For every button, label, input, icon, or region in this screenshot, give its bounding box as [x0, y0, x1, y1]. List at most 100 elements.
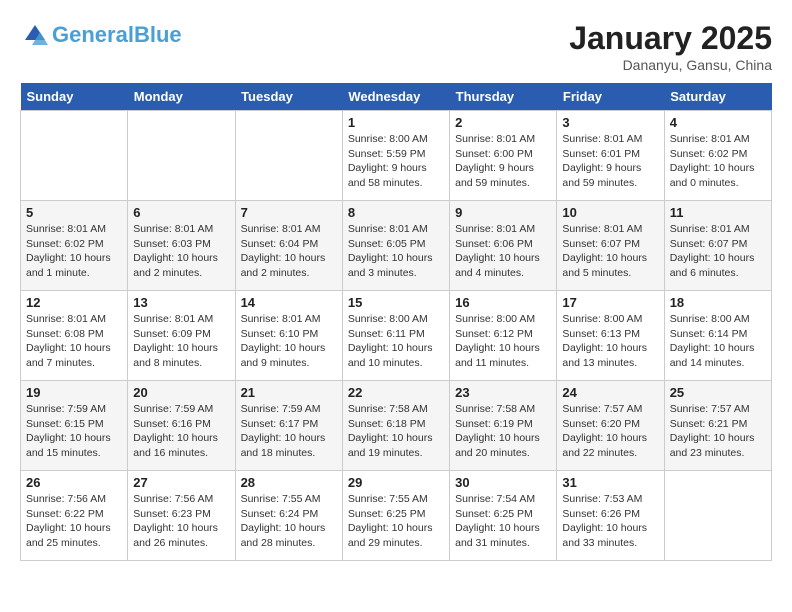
day-number: 10: [562, 205, 658, 220]
day-info: Sunrise: 8:01 AM Sunset: 6:07 PM Dayligh…: [670, 222, 766, 281]
day-number: 7: [241, 205, 337, 220]
day-info: Sunrise: 7:59 AM Sunset: 6:16 PM Dayligh…: [133, 402, 229, 461]
day-info: Sunrise: 8:01 AM Sunset: 6:05 PM Dayligh…: [348, 222, 444, 281]
day-info: Sunrise: 7:58 AM Sunset: 6:18 PM Dayligh…: [348, 402, 444, 461]
day-info: Sunrise: 7:59 AM Sunset: 6:17 PM Dayligh…: [241, 402, 337, 461]
logo-icon: [20, 20, 50, 50]
day-info: Sunrise: 7:56 AM Sunset: 6:22 PM Dayligh…: [26, 492, 122, 551]
day-cell: 31 Sunrise: 7:53 AM Sunset: 6:26 PM Dayli…: [557, 471, 664, 561]
day-number: 29: [348, 475, 444, 490]
day-number: 5: [26, 205, 122, 220]
day-number: 15: [348, 295, 444, 310]
day-cell: 25Sunrise: 7:57 AM Sunset: 6:21 PM Dayli…: [664, 381, 771, 471]
day-number: 26: [26, 475, 122, 490]
location: Dananyu, Gansu, China: [569, 57, 772, 73]
month-title: January 2025: [569, 20, 772, 57]
day-cell: 7Sunrise: 8:01 AM Sunset: 6:04 PM Daylig…: [235, 201, 342, 291]
weekday-header-saturday: Saturday: [664, 83, 771, 111]
day-number: 13: [133, 295, 229, 310]
day-number: 22: [348, 385, 444, 400]
day-cell: 8 Sunrise: 8:01 AM Sunset: 6:05 PM Daylig…: [342, 201, 449, 291]
day-cell: 21 Sunrise: 7:59 AM Sunset: 6:17 PM Dayli…: [235, 381, 342, 471]
day-cell: 11 Sunrise: 8:01 AM Sunset: 6:07 PM Dayli…: [664, 201, 771, 291]
day-info: Sunrise: 8:00 AM Sunset: 5:59 PM Dayligh…: [348, 132, 444, 191]
day-info: Sunrise: 7:55 AM Sunset: 6:25 PM Dayligh…: [348, 492, 444, 551]
day-cell: 23 Sunrise: 7:58 AM Sunset: 6:19 PM Dayli…: [450, 381, 557, 471]
day-number: 30: [455, 475, 551, 490]
week-row-3: 12 Sunrise: 8:01 AM Sunset: 6:08 PM Dayli…: [21, 291, 772, 381]
day-number: 1: [348, 115, 444, 130]
day-cell: 19Sunrise: 7:59 AM Sunset: 6:15 PM Dayli…: [21, 381, 128, 471]
week-row-2: 5 Sunrise: 8:01 AM Sunset: 6:02 PM Daylig…: [21, 201, 772, 291]
day-cell: 4Sunrise: 8:01 AM Sunset: 6:02 PM Daylig…: [664, 111, 771, 201]
day-cell: 30 Sunrise: 7:54 AM Sunset: 6:25 PM Dayli…: [450, 471, 557, 561]
day-cell: 16 Sunrise: 8:00 AM Sunset: 6:12 PM Dayli…: [450, 291, 557, 381]
day-info: Sunrise: 7:57 AM Sunset: 6:20 PM Dayligh…: [562, 402, 658, 461]
weekday-header-row: SundayMondayTuesdayWednesdayThursdayFrid…: [21, 83, 772, 111]
logo-text: GeneralBlue: [52, 22, 182, 47]
day-number: 16: [455, 295, 551, 310]
day-cell: 20Sunrise: 7:59 AM Sunset: 6:16 PM Dayli…: [128, 381, 235, 471]
day-info: Sunrise: 7:57 AM Sunset: 6:21 PM Dayligh…: [670, 402, 766, 461]
weekday-header-friday: Friday: [557, 83, 664, 111]
day-info: Sunrise: 8:01 AM Sunset: 6:02 PM Dayligh…: [26, 222, 122, 281]
day-number: 8: [348, 205, 444, 220]
title-block: January 2025 Dananyu, Gansu, China: [569, 20, 772, 73]
day-cell: [664, 471, 771, 561]
logo-blue: Blue: [134, 22, 182, 47]
day-cell: 1 Sunrise: 8:00 AM Sunset: 5:59 PM Daylig…: [342, 111, 449, 201]
page-header: GeneralBlue January 2025 Dananyu, Gansu,…: [20, 20, 772, 73]
day-info: Sunrise: 8:01 AM Sunset: 6:08 PM Dayligh…: [26, 312, 122, 371]
day-info: Sunrise: 7:53 AM Sunset: 6:26 PM Dayligh…: [562, 492, 658, 551]
day-number: 9: [455, 205, 551, 220]
day-info: Sunrise: 8:01 AM Sunset: 6:06 PM Dayligh…: [455, 222, 551, 281]
day-cell: [235, 111, 342, 201]
day-info: Sunrise: 7:56 AM Sunset: 6:23 PM Dayligh…: [133, 492, 229, 551]
day-cell: 18Sunrise: 8:00 AM Sunset: 6:14 PM Dayli…: [664, 291, 771, 381]
day-number: 28: [241, 475, 337, 490]
day-number: 4: [670, 115, 766, 130]
day-number: 17: [562, 295, 658, 310]
day-cell: 6Sunrise: 8:01 AM Sunset: 6:03 PM Daylig…: [128, 201, 235, 291]
day-cell: 12 Sunrise: 8:01 AM Sunset: 6:08 PM Dayli…: [21, 291, 128, 381]
day-info: Sunrise: 7:59 AM Sunset: 6:15 PM Dayligh…: [26, 402, 122, 461]
day-cell: 24Sunrise: 7:57 AM Sunset: 6:20 PM Dayli…: [557, 381, 664, 471]
day-cell: 15Sunrise: 8:00 AM Sunset: 6:11 PM Dayli…: [342, 291, 449, 381]
day-info: Sunrise: 8:00 AM Sunset: 6:13 PM Dayligh…: [562, 312, 658, 371]
day-cell: 14 Sunrise: 8:01 AM Sunset: 6:10 PM Dayli…: [235, 291, 342, 381]
day-number: 12: [26, 295, 122, 310]
day-info: Sunrise: 8:01 AM Sunset: 6:00 PM Dayligh…: [455, 132, 551, 191]
logo: GeneralBlue: [20, 20, 182, 50]
day-number: 11: [670, 205, 766, 220]
day-cell: 28 Sunrise: 7:55 AM Sunset: 6:24 PM Dayli…: [235, 471, 342, 561]
day-cell: 26 Sunrise: 7:56 AM Sunset: 6:22 PM Dayli…: [21, 471, 128, 561]
day-cell: [21, 111, 128, 201]
day-cell: 3 Sunrise: 8:01 AM Sunset: 6:01 PM Daylig…: [557, 111, 664, 201]
day-cell: 9 Sunrise: 8:01 AM Sunset: 6:06 PM Daylig…: [450, 201, 557, 291]
day-number: 3: [562, 115, 658, 130]
day-cell: 10Sunrise: 8:01 AM Sunset: 6:07 PM Dayli…: [557, 201, 664, 291]
day-info: Sunrise: 8:01 AM Sunset: 6:09 PM Dayligh…: [133, 312, 229, 371]
week-row-4: 19Sunrise: 7:59 AM Sunset: 6:15 PM Dayli…: [21, 381, 772, 471]
day-number: 14: [241, 295, 337, 310]
day-info: Sunrise: 8:01 AM Sunset: 6:10 PM Dayligh…: [241, 312, 337, 371]
day-info: Sunrise: 7:54 AM Sunset: 6:25 PM Dayligh…: [455, 492, 551, 551]
day-number: 18: [670, 295, 766, 310]
day-cell: 27Sunrise: 7:56 AM Sunset: 6:23 PM Dayli…: [128, 471, 235, 561]
weekday-header-thursday: Thursday: [450, 83, 557, 111]
day-cell: 29 Sunrise: 7:55 AM Sunset: 6:25 PM Dayli…: [342, 471, 449, 561]
day-info: Sunrise: 7:58 AM Sunset: 6:19 PM Dayligh…: [455, 402, 551, 461]
day-info: Sunrise: 8:00 AM Sunset: 6:12 PM Dayligh…: [455, 312, 551, 371]
day-info: Sunrise: 7:55 AM Sunset: 6:24 PM Dayligh…: [241, 492, 337, 551]
day-cell: 2Sunrise: 8:01 AM Sunset: 6:00 PM Daylig…: [450, 111, 557, 201]
day-info: Sunrise: 8:01 AM Sunset: 6:01 PM Dayligh…: [562, 132, 658, 191]
day-number: 21: [241, 385, 337, 400]
logo-general: General: [52, 22, 134, 47]
day-number: 23: [455, 385, 551, 400]
day-cell: 13 Sunrise: 8:01 AM Sunset: 6:09 PM Dayli…: [128, 291, 235, 381]
weekday-header-wednesday: Wednesday: [342, 83, 449, 111]
day-cell: [128, 111, 235, 201]
day-number: 31: [562, 475, 658, 490]
day-cell: 5 Sunrise: 8:01 AM Sunset: 6:02 PM Daylig…: [21, 201, 128, 291]
weekday-header-sunday: Sunday: [21, 83, 128, 111]
